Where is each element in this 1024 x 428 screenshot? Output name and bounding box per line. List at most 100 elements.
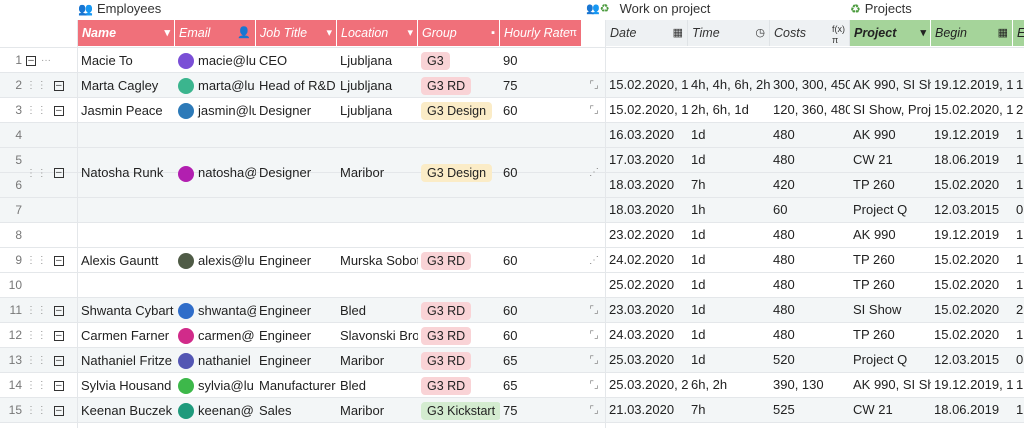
expand-detail-icon[interactable]: ⌜⌟ — [587, 354, 601, 368]
group-cell[interactable]: G3 Kickstart — [418, 399, 500, 423]
detail-time[interactable]: 1d — [688, 348, 770, 372]
detail-e[interactable]: 1 — [1013, 223, 1024, 247]
hourly-rate[interactable]: 90 — [500, 49, 582, 73]
header-location[interactable]: Location ▾ — [337, 20, 418, 46]
detail-e[interactable]: 1 — [1013, 123, 1024, 147]
detail-e[interactable]: 1 — [1013, 373, 1024, 397]
employee-email[interactable]: carmen@ — [175, 324, 256, 348]
header-rate[interactable]: Hourly Rate π — [500, 20, 582, 46]
job-title[interactable]: CEO — [256, 49, 337, 73]
detail-project[interactable]: AK 990 — [850, 223, 931, 247]
location[interactable]: Bled — [337, 299, 418, 323]
collapse-icon[interactable]: – — [53, 330, 64, 341]
detail-e[interactable]: 0 — [1013, 198, 1024, 222]
hourly-rate[interactable]: 60 — [500, 324, 582, 348]
detail-e[interactable]: 1 — [1013, 323, 1024, 347]
employee-email[interactable]: marta@lu — [175, 74, 256, 98]
detail-costs[interactable]: 390, 130 — [770, 373, 850, 397]
detail-costs[interactable]: 300, 300, 450, — [770, 73, 850, 97]
detail-begin[interactable]: 12.03.2015 — [931, 348, 1013, 372]
detail-begin[interactable]: 18.06.2019 — [931, 398, 1013, 422]
detail-date[interactable]: 25.02.2020 — [606, 273, 688, 297]
detail-date[interactable]: 24.03.2020 — [606, 323, 688, 347]
drag-handle-icon[interactable]: ⋮ ⋮ — [26, 405, 47, 416]
header-e[interactable]: E — [1013, 20, 1024, 46]
detail-begin[interactable]: 12.03.2015 — [931, 198, 1013, 222]
header-project[interactable]: Project ▾ — [850, 20, 931, 46]
row-controls[interactable]: ⋮ ⋮ – — [26, 374, 64, 398]
header-email[interactable]: Email 👤 — [175, 20, 256, 46]
detail-project[interactable]: CW 21 — [850, 148, 931, 172]
detail-begin[interactable]: 15.02.2020 — [931, 173, 1013, 197]
hourly-rate[interactable]: 65 — [500, 374, 582, 398]
detail-project[interactable]: TP 260 — [850, 173, 931, 197]
detail-project[interactable]: TP 260 — [850, 248, 931, 272]
location[interactable]: Ljubljana — [337, 49, 418, 73]
detail-project[interactable]: AK 990, SI Sho — [850, 73, 931, 97]
hourly-rate[interactable]: 60 — [500, 249, 582, 273]
collapse-icon[interactable]: – — [53, 380, 64, 391]
detail-begin[interactable]: 15.02.2020 — [931, 298, 1013, 322]
detail-date[interactable]: 15.02.2020, 1! — [606, 73, 688, 97]
detail-costs[interactable]: 480 — [770, 223, 850, 247]
detail-costs[interactable]: 60 — [770, 198, 850, 222]
expand-detail-icon[interactable]: ⌜⌟ — [587, 404, 601, 418]
dropdown-icon[interactable]: ▾ — [164, 20, 170, 46]
detail-e[interactable]: 1 — [1013, 173, 1024, 197]
detail-time[interactable]: 1d — [688, 298, 770, 322]
detail-e[interactable]: 2 — [1013, 98, 1024, 122]
hourly-rate[interactable]: 75 — [500, 74, 582, 98]
detail-begin[interactable]: 15.02.2020, 1: — [931, 98, 1013, 122]
detail-time[interactable]: 6h, 2h — [688, 373, 770, 397]
employee-name[interactable]: Sylvia Housand — [78, 374, 175, 398]
hourly-rate[interactable]: 65 — [500, 349, 582, 373]
employee-email[interactable]: keenan@ — [175, 399, 256, 423]
detail-project[interactable]: Project Q — [850, 348, 931, 372]
location[interactable]: Maribor — [337, 161, 418, 185]
detail-costs[interactable]: 120, 360, 480 — [770, 98, 850, 122]
group-cell[interactable]: G3 — [418, 49, 500, 73]
job-title[interactable]: Engineer — [256, 299, 337, 323]
detail-begin[interactable]: 15.02.2020 — [931, 248, 1013, 272]
drag-handle-icon[interactable]: ⋮ ⋮ — [26, 255, 47, 266]
detail-time[interactable]: 1d — [688, 273, 770, 297]
hourly-rate[interactable]: 60 — [500, 299, 582, 323]
detail-date[interactable] — [606, 48, 688, 72]
detail-begin[interactable]: 19.12.2019 — [931, 123, 1013, 147]
dropdown-icon[interactable]: ▾ — [920, 20, 926, 46]
detail-time[interactable]: 1d — [688, 323, 770, 347]
employee-email[interactable]: macie@lu — [175, 49, 256, 73]
job-title[interactable]: Manufacturer — [256, 374, 337, 398]
job-title[interactable]: Head of R&D — [256, 74, 337, 98]
detail-time[interactable]: 2h, 6h, 1d — [688, 98, 770, 122]
job-title[interactable]: Designer — [256, 161, 337, 185]
detail-date[interactable]: 23.03.2020 — [606, 298, 688, 322]
detail-date[interactable]: 18.03.2020 — [606, 198, 688, 222]
hourly-rate[interactable]: 60 — [500, 99, 582, 123]
detail-e[interactable] — [1013, 48, 1024, 72]
detail-time[interactable] — [688, 48, 770, 72]
job-title[interactable]: Engineer — [256, 349, 337, 373]
group-cell[interactable]: G3 RD — [418, 374, 500, 398]
detail-costs[interactable]: 480 — [770, 248, 850, 272]
drag-handle-icon[interactable]: ⋮ ⋮ — [26, 380, 47, 391]
detail-date[interactable]: 24.02.2020 — [606, 248, 688, 272]
header-date[interactable]: Date ▦ — [606, 20, 688, 46]
drag-handle-icon[interactable]: ⋮ ⋮ — [26, 105, 47, 116]
header-costs[interactable]: Costs f(x) π — [770, 20, 850, 46]
detail-time[interactable]: 7h — [688, 398, 770, 422]
employee-name[interactable]: Marta Cagley — [78, 74, 175, 98]
drag-handle-icon[interactable]: ⋮ ⋮ — [26, 330, 47, 341]
collapse-icon[interactable]: – — [53, 255, 64, 266]
detail-time[interactable]: 1d — [688, 148, 770, 172]
group-cell[interactable]: G3 Design — [418, 161, 500, 185]
header-job[interactable]: Job Title ▾ — [256, 20, 337, 46]
detail-e[interactable]: 0 — [1013, 348, 1024, 372]
detail-project[interactable]: TP 260 — [850, 273, 931, 297]
detail-project[interactable]: AK 990, SI Sho — [850, 373, 931, 397]
dropdown-icon[interactable]: ▾ — [407, 20, 413, 46]
detail-costs[interactable]: 525 — [770, 398, 850, 422]
employee-name[interactable]: Carmen Farner — [78, 324, 175, 348]
detail-begin[interactable]: 18.06.2019 — [931, 148, 1013, 172]
detail-costs[interactable]: 480 — [770, 298, 850, 322]
